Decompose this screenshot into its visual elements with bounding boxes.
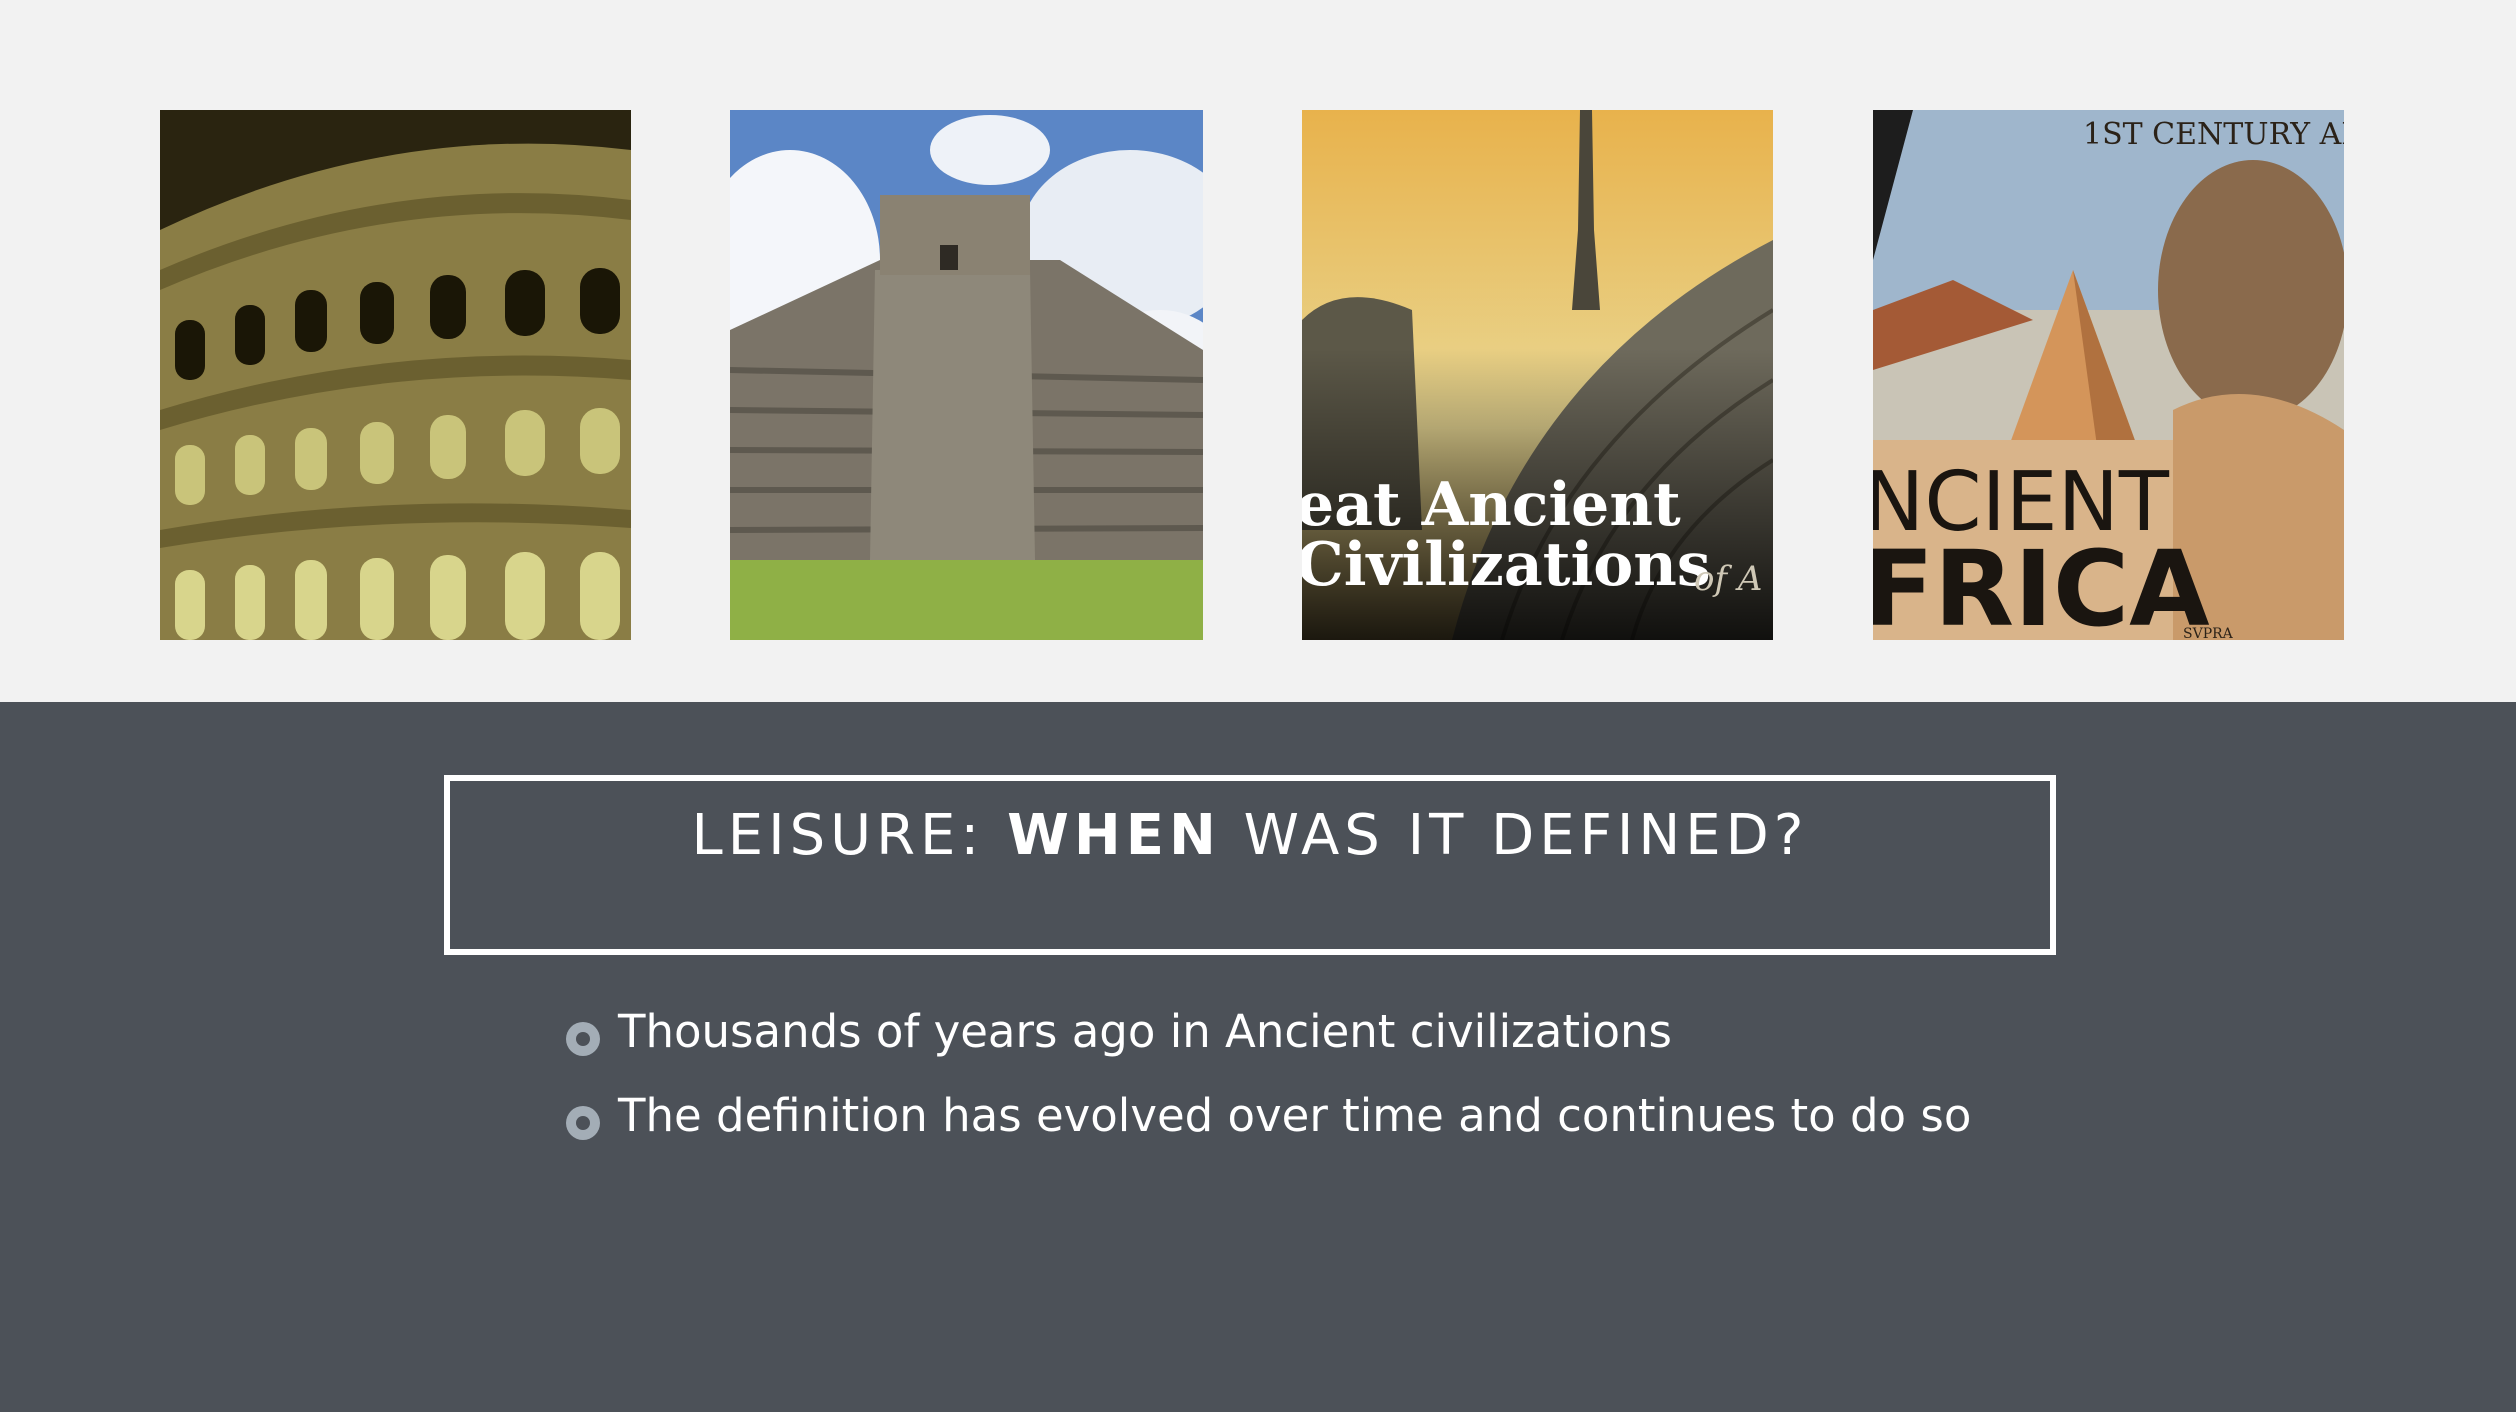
- image-band: eat Ancient Civilizations of A 1ST CENTU…: [0, 0, 2516, 702]
- title-prefix: LEISURE:: [691, 803, 1008, 868]
- ancient-africa-photo: 1ST CENTURY AD NCIENT FRICA SVPRA: [1873, 110, 2344, 640]
- overlay-text-line-2: FRICA: [1873, 528, 2210, 640]
- overlay-text-bottom: SVPRA: [2183, 626, 2234, 640]
- circle-bullet-icon: [566, 1106, 600, 1140]
- colosseum-photo: [160, 110, 631, 640]
- chichen-itza-pyramid-photo: [730, 110, 1203, 640]
- title-bold-word: WHEN: [1007, 803, 1221, 868]
- bullet-text: The definition has evolved over time and…: [618, 1089, 1972, 1142]
- slide-title: LEISURE: WHEN WAS IT DEFINED?: [450, 803, 2050, 868]
- great-ancient-civilizations-photo: eat Ancient Civilizations of A: [1302, 110, 1773, 640]
- overlay-text-top: 1ST CENTURY AD: [2083, 117, 2344, 152]
- slide-title-box: LEISURE: WHEN WAS IT DEFINED?: [444, 775, 2056, 955]
- circle-bullet-icon: [566, 1022, 600, 1056]
- overlay-text-line-2: Civilizations: [1302, 530, 1711, 600]
- overlay-text-line-3: of A: [1694, 559, 1762, 599]
- bullet-text: Thousands of years ago in Ancient civili…: [618, 1005, 1672, 1058]
- title-suffix: WAS IT DEFINED?: [1220, 803, 1809, 868]
